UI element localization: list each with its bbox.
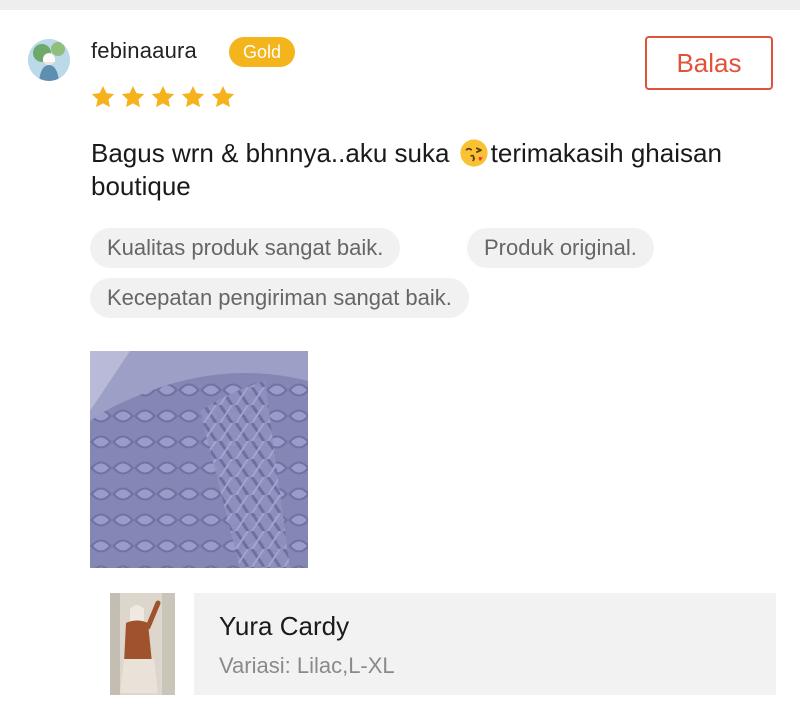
star-rating bbox=[90, 84, 236, 110]
star-icon bbox=[211, 85, 235, 108]
user-avatar[interactable] bbox=[28, 39, 70, 81]
review-text: Bagus wrn & bhnnya..aku suka terimakasih… bbox=[91, 137, 751, 203]
review-tag-chip: Produk original. bbox=[467, 228, 654, 268]
review-photo[interactable] bbox=[90, 351, 308, 568]
reply-button[interactable]: Balas bbox=[645, 36, 773, 90]
star-icon bbox=[91, 85, 115, 108]
product-thumbnail[interactable] bbox=[110, 593, 175, 695]
kissing-face-emoji-icon bbox=[460, 139, 488, 167]
product-card[interactable]: Yura Cardy Variasi: Lilac,L-XL bbox=[194, 593, 776, 695]
review-text-part-1: Bagus wrn & bhnnya..aku suka bbox=[91, 138, 457, 168]
star-icon bbox=[151, 85, 175, 108]
star-icon bbox=[181, 85, 205, 108]
product-variant: Variasi: Lilac,L-XL bbox=[219, 653, 395, 678]
review-tag-chip: Kecepatan pengiriman sangat baik. bbox=[90, 278, 469, 318]
top-divider bbox=[0, 0, 800, 10]
member-badge: Gold bbox=[229, 37, 295, 67]
reviewer-username[interactable]: febinaaura bbox=[91, 37, 197, 65]
star-icon bbox=[121, 85, 145, 108]
product-name: Yura Cardy bbox=[219, 611, 350, 641]
review-tag-chip: Kualitas produk sangat baik. bbox=[90, 228, 401, 268]
